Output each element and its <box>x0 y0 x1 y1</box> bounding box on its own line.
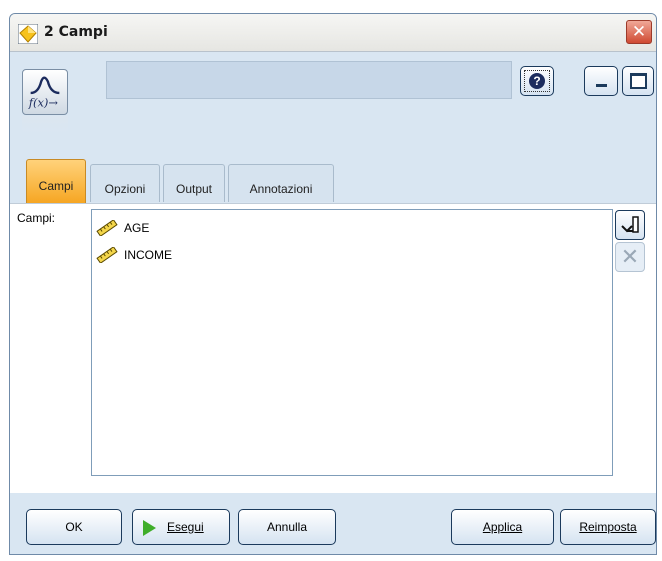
list-item[interactable]: INCOME <box>96 245 172 265</box>
tab-strip: Campi Opzioni Output Annotazioni <box>10 159 656 203</box>
ok-button[interactable]: OK <box>26 509 122 545</box>
focus-ring <box>524 70 550 92</box>
toolbar: f(x)→ ? <box>10 53 656 153</box>
play-icon <box>143 520 156 536</box>
button-bar: OK Esegui Annulla Applica Reimposta <box>10 493 656 554</box>
delete-icon: ✕ <box>620 244 640 269</box>
field-picker-icon <box>621 216 639 233</box>
maximize-button[interactable] <box>622 66 654 96</box>
window-title: 2 Campi <box>44 24 108 40</box>
fields-label: Campi: <box>17 211 56 225</box>
delete-field-button[interactable]: ✕ <box>615 242 645 272</box>
node-name-field[interactable] <box>106 61 512 99</box>
title-bar[interactable]: 2 Campi ✕ <box>10 14 656 52</box>
fields-panel: Campi: AGE INCOME ✕ <box>10 203 656 493</box>
tab-annotazioni[interactable]: Annotazioni <box>228 164 334 202</box>
cancel-button[interactable]: Annulla <box>238 509 336 545</box>
tab-output[interactable]: Output <box>163 164 225 202</box>
close-button[interactable]: ✕ <box>626 20 652 44</box>
run-button[interactable]: Esegui <box>132 509 230 545</box>
apply-button[interactable]: Applica <box>451 509 554 545</box>
node-icon-reflection <box>22 116 68 134</box>
node-diamond-icon <box>18 24 38 44</box>
function-node-icon: f(x)→ <box>22 69 68 115</box>
dialog-window: 2 Campi ✕ f(x)→ ? Campi Opzioni Output A… <box>9 13 657 555</box>
minimize-icon <box>596 84 607 87</box>
maximize-icon <box>630 73 647 89</box>
ruler-icon <box>96 247 118 263</box>
reset-button[interactable]: Reimposta <box>560 509 656 545</box>
node-icon-label: f(x)→ <box>28 95 59 109</box>
field-name: AGE <box>124 221 150 235</box>
help-button[interactable]: ? <box>520 66 554 96</box>
pick-fields-button[interactable] <box>615 210 645 240</box>
tab-campi[interactable]: Campi <box>26 159 86 203</box>
minimize-button[interactable] <box>584 66 618 96</box>
ruler-icon <box>96 220 118 236</box>
fields-list[interactable]: AGE INCOME <box>91 209 613 476</box>
run-label: Esegui <box>167 520 204 534</box>
list-item[interactable]: AGE <box>96 218 149 238</box>
close-icon: ✕ <box>631 22 647 41</box>
field-name: INCOME <box>124 248 172 262</box>
tab-opzioni[interactable]: Opzioni <box>90 164 160 202</box>
